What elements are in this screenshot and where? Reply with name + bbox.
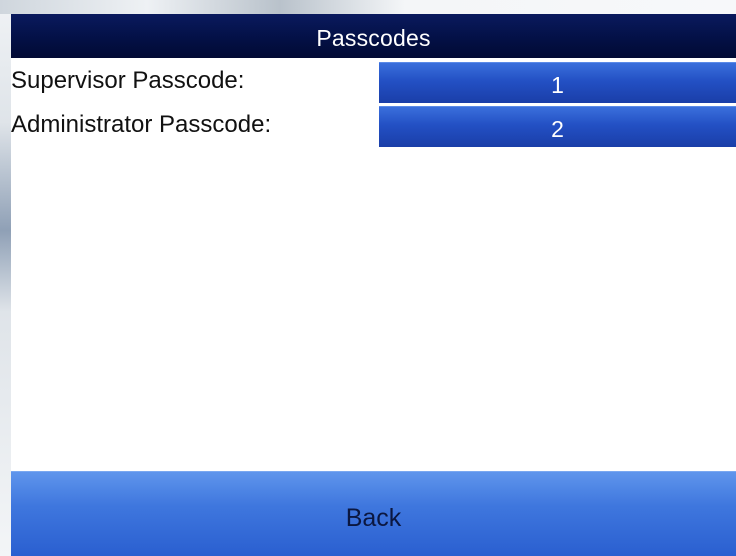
page-title: Passcodes [11, 14, 736, 58]
supervisor-passcode-row: Supervisor Passcode: 1 [11, 60, 736, 104]
device-bezel-left [0, 14, 11, 556]
back-button[interactable]: Back [11, 471, 736, 556]
administrator-passcode-label: Administrator Passcode: [11, 111, 272, 138]
device-bezel-top [0, 0, 736, 14]
administrator-passcode-row: Administrator Passcode: 2 [11, 104, 736, 148]
administrator-passcode-field[interactable]: 2 [379, 106, 736, 147]
supervisor-passcode-field[interactable]: 1 [379, 62, 736, 103]
passcodes-screen: Passcodes Supervisor Passcode: 1 Adminis… [11, 14, 736, 556]
supervisor-passcode-label: Supervisor Passcode: [11, 67, 245, 94]
